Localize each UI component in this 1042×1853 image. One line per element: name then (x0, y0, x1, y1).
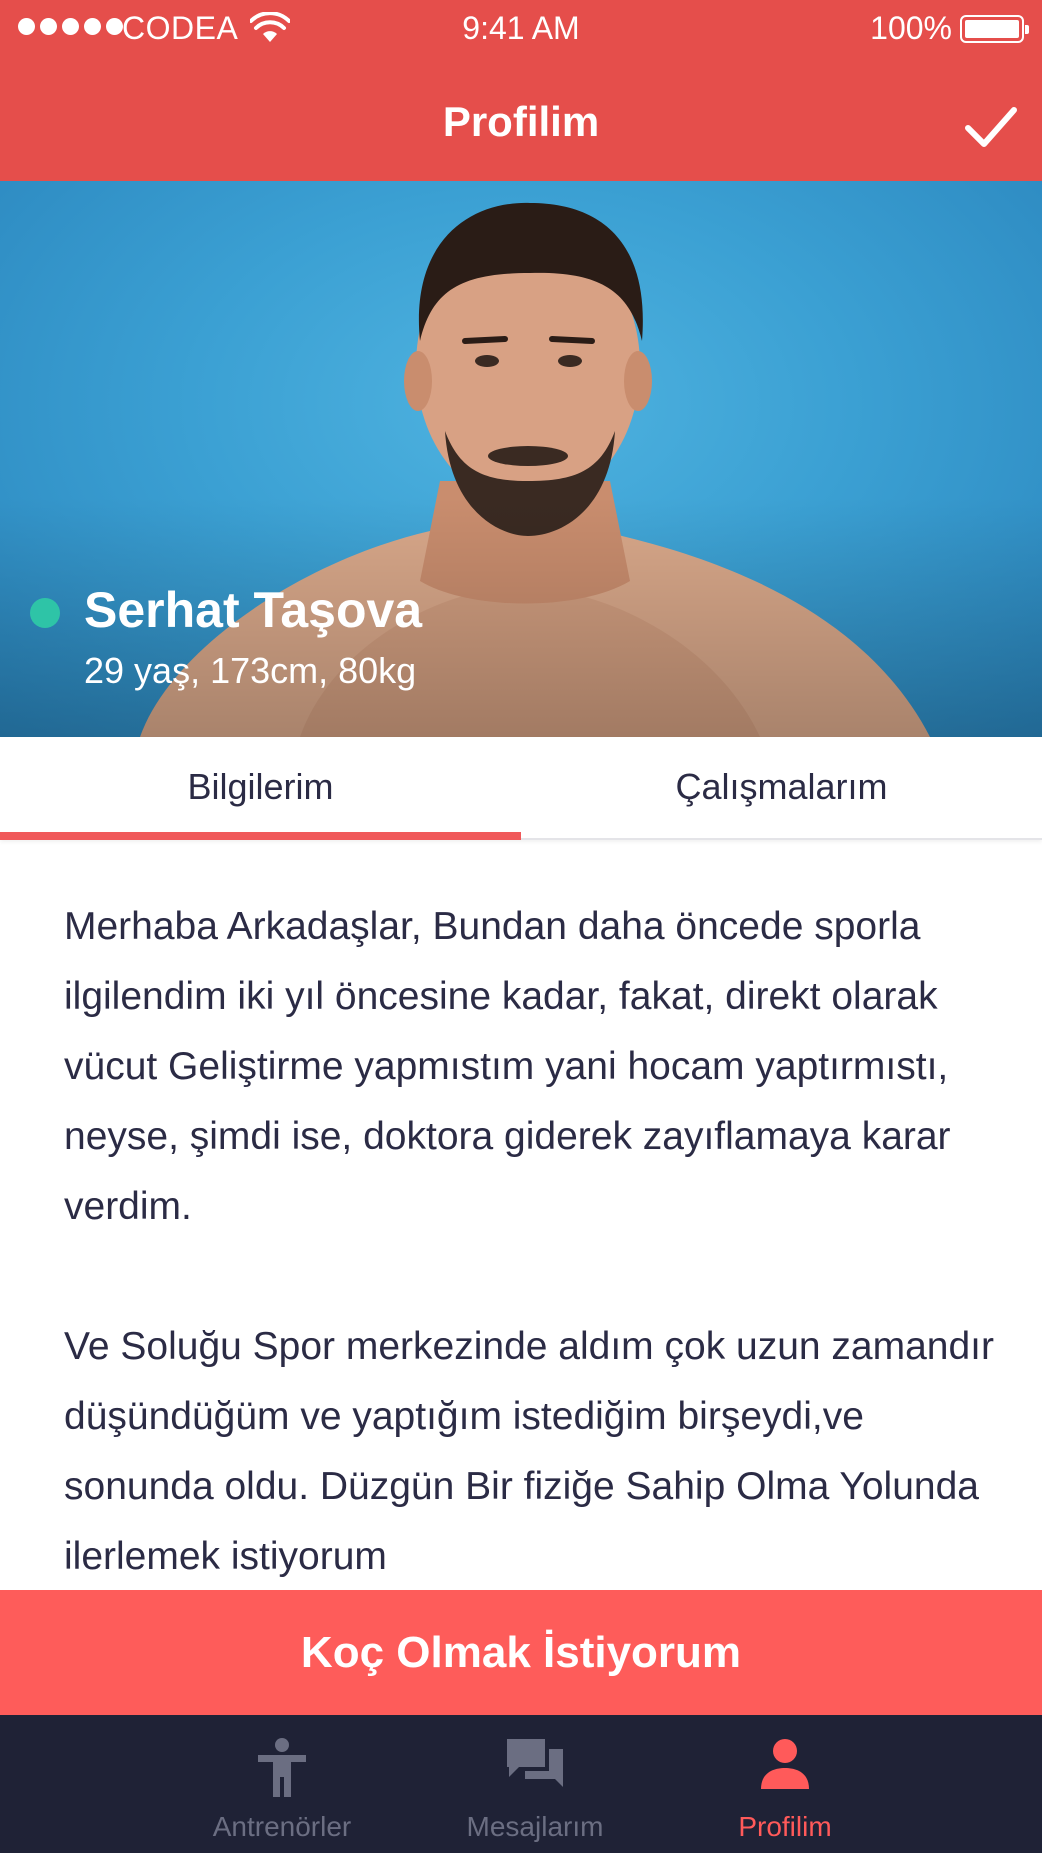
app-header: CODEA 9:41 AM 100% Profilim (0, 0, 1042, 181)
battery-percentage: 100% (870, 10, 952, 46)
profile-stats: 29 yaş, 173cm, 80kg (84, 650, 417, 691)
active-tab-indicator (0, 832, 521, 840)
profile-name: Serhat Taşova (84, 582, 423, 638)
bio-text: Merhaba Arkadaşlar, Bundan daha öncede s… (64, 892, 994, 1592)
status-bar: CODEA 9:41 AM 100% (0, 0, 1042, 58)
page-title: Profilim (442, 98, 600, 145)
bottom-tab-bar: Antrenörler Mesajlarım Profilim (0, 1715, 1042, 1853)
bio-paragraph: Ve Soluğu Spor merkezinde aldım çok uzun… (64, 1325, 995, 1578)
tab-calismalarim[interactable]: Çalışmalarım (521, 737, 1042, 840)
battery-icon (960, 15, 1029, 43)
profile-hero: Serhat Taşova 29 yaş, 173cm, 80kg (0, 181, 1042, 737)
profile-tabs: Bilgilerim Çalışmalarım (0, 737, 1042, 840)
tabbar-item-mesajlarim[interactable]: Mesajlarım (405, 1715, 665, 1853)
tabbar-item-profilim[interactable]: Profilim (655, 1715, 915, 1853)
tabbar-label: Antrenörler (212, 1811, 352, 1842)
tabbar-item-antrenorler[interactable]: Antrenörler (152, 1715, 412, 1853)
person-figure-icon (258, 1738, 306, 1797)
become-coach-button[interactable]: Koç Olmak İstiyorum (0, 1590, 1042, 1715)
chat-bubbles-icon (507, 1739, 563, 1787)
user-profile-icon (761, 1739, 809, 1789)
tabbar-label: Mesajlarım (466, 1811, 604, 1842)
bio-paragraph: Merhaba Arkadaşlar, Bundan daha öncede s… (64, 905, 951, 1228)
tabbar-label: Profilim (738, 1811, 832, 1842)
online-status-indicator (30, 598, 60, 628)
checkmark-icon[interactable] (960, 98, 1022, 154)
tab-bilgilerim[interactable]: Bilgilerim (0, 737, 521, 840)
